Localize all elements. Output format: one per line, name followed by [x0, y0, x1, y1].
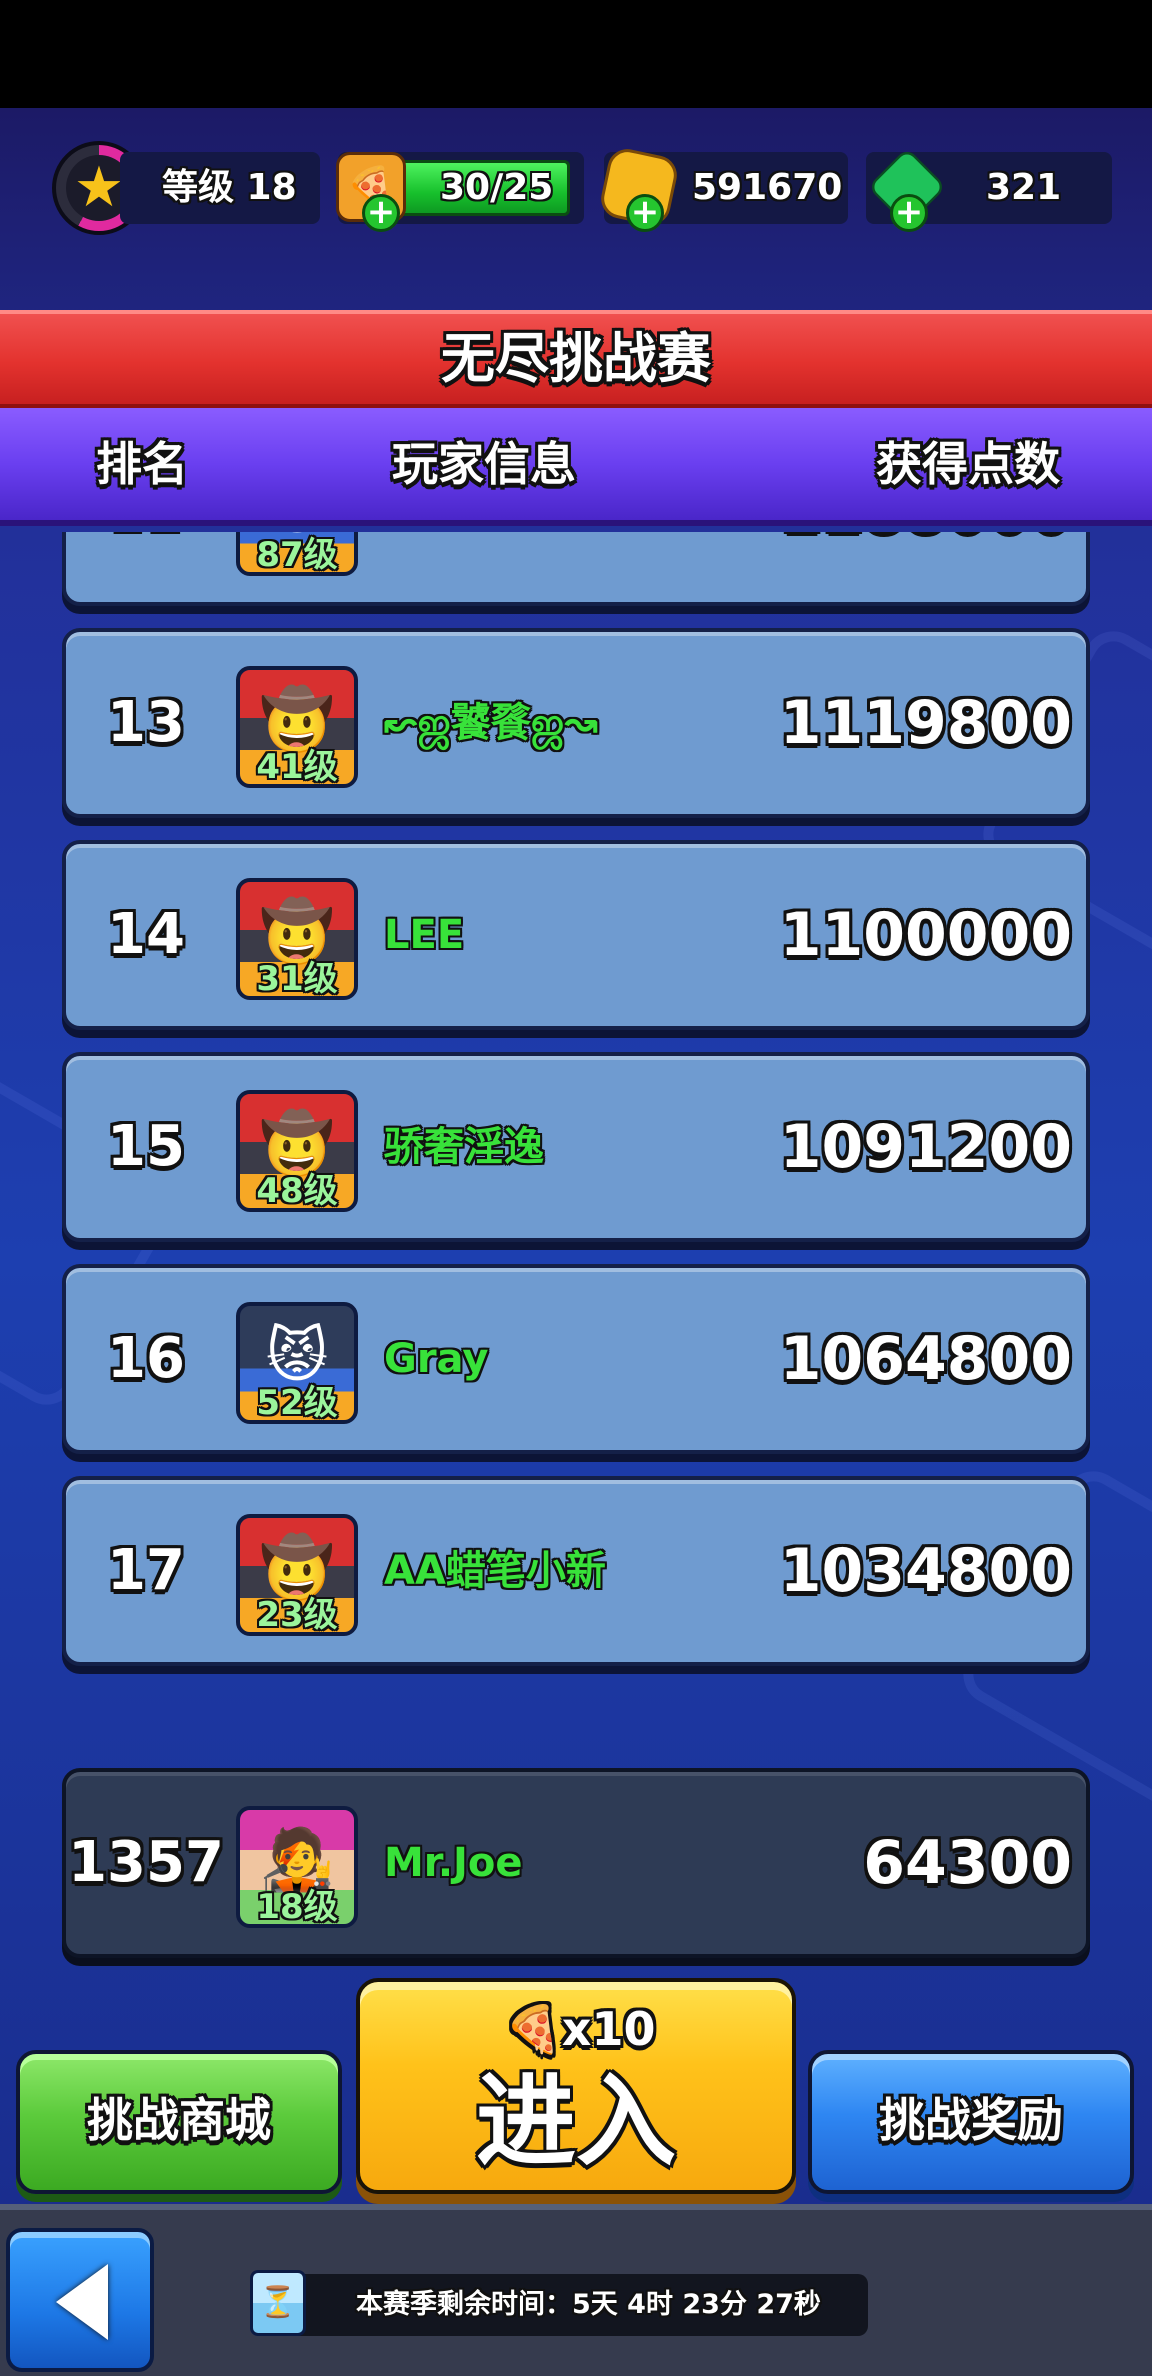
player-score: 1188000 [780, 532, 1072, 602]
score-column-header: 获得点数 [876, 437, 1060, 491]
player-score: 1100000 [779, 900, 1072, 970]
player-name: 杨俊亮 [384, 532, 504, 602]
player-level: 41级 [256, 747, 338, 787]
rank-number: 12 [66, 532, 226, 602]
player-level: 23级 [256, 1595, 338, 1635]
pizza-icon: 🍕 [504, 2002, 562, 2056]
my-avatar[interactable]: 🧑‍🎤 18级 [236, 1806, 358, 1928]
rank-column-header: 排名 [96, 437, 188, 491]
player-name: LEE [384, 912, 465, 958]
back-arrow-icon [56, 2264, 108, 2340]
rank-number: 14 [107, 902, 185, 967]
player-avatar[interactable]: 😾 87级 [236, 532, 358, 576]
leaderboard-row: 16 😾 52级 Gray 1064800 [62, 1264, 1090, 1454]
player-avatar[interactable]: 🤠 41级 [236, 666, 358, 788]
challenge-rewards-button[interactable]: 挑战奖励 [808, 2050, 1134, 2194]
leaderboard-row: 17 🤠 23级 AA蜡笔小新 1034800 [62, 1476, 1090, 1666]
add-gems-icon[interactable]: + [890, 194, 928, 232]
player-name: ↜ஜ饕餮ஜ↝ [384, 700, 598, 746]
my-rank-row: 1357 🧑‍🎤 18级 Mr.Joe 64300 [62, 1768, 1090, 1958]
player-level: 48级 [256, 1171, 338, 1211]
rank-number: 17 [107, 1538, 185, 1603]
leaderboard-list[interactable]: 12 😾 87级 杨俊亮 1188000 13 🤠 41级 ↜ஜ饕餮ஜ↝ 111… [0, 532, 1152, 1840]
enter-cost-value: x10 [561, 2002, 656, 2056]
leaderboard-row: 13 🤠 41级 ↜ஜ饕餮ஜ↝ 1119800 [62, 628, 1090, 818]
enter-button[interactable]: 🍕x10 进入 [356, 1978, 796, 2194]
rank-number: 13 [107, 690, 185, 755]
level-panel: 等级 18 [120, 152, 320, 224]
status-bar [0, 0, 1152, 108]
add-coins-icon[interactable]: + [626, 194, 664, 232]
my-level: 18级 [256, 1887, 338, 1927]
player-column-header: 玩家信息 [392, 437, 576, 491]
leaderboard-row: 15 🤠 48级 骄奢淫逸 1091200 [62, 1052, 1090, 1242]
stamina-value: 30/25 [440, 167, 554, 208]
rank-number: 15 [107, 1114, 185, 1179]
game-screen: ★ 等级 18 🍕 + 30/25 591670 + 321 + 无尽挑战赛 排… [0, 108, 1152, 2204]
gems-value: 321 [986, 167, 1062, 208]
my-score: 64300 [863, 1828, 1072, 1898]
challenge-shop-button[interactable]: 挑战商城 [16, 2050, 342, 2194]
player-score: 1119800 [779, 688, 1072, 758]
season-timer-text: 本赛季剩余时间：5天 4时 23分 27秒 [356, 2289, 821, 2320]
add-stamina-icon[interactable]: + [362, 194, 400, 232]
player-level: 87级 [256, 535, 338, 575]
player-name: Gray [384, 1336, 489, 1382]
player-score: 1091200 [779, 1112, 1072, 1182]
leaderboard-header: 排名 玩家信息 获得点数 [0, 408, 1152, 526]
leaderboard-row: 12 😾 87级 杨俊亮 1188000 [62, 532, 1090, 606]
player-name: 骄奢淫逸 [384, 1124, 544, 1170]
leaderboard-row: 14 🤠 31级 LEE 1100000 [62, 840, 1090, 1030]
level-label: 等级 18 [162, 167, 297, 208]
season-timer: ⏳ 本赛季剩余时间：5天 4时 23分 27秒 [250, 2270, 868, 2336]
rank-number: 16 [107, 1326, 185, 1391]
player-level: 31级 [256, 959, 338, 999]
player-avatar[interactable]: 🤠 48级 [236, 1090, 358, 1212]
coins-value: 591670 [692, 167, 843, 208]
player-score: 1064800 [779, 1324, 1072, 1394]
back-button[interactable] [6, 2228, 154, 2372]
player-score: 1034800 [779, 1536, 1072, 1606]
enter-cost: 🍕x10 [360, 1994, 800, 2064]
event-title: 无尽挑战赛 [0, 310, 1152, 408]
player-avatar[interactable]: 🤠 23级 [236, 1514, 358, 1636]
enter-label: 进入 [476, 2063, 676, 2180]
hourglass-icon: ⏳ [250, 2270, 306, 2336]
player-level: 52级 [256, 1383, 338, 1423]
player-avatar[interactable]: 🤠 31级 [236, 878, 358, 1000]
my-rank-number: 1357 [68, 1830, 224, 1895]
player-avatar[interactable]: 😾 52级 [236, 1302, 358, 1424]
my-name: Mr.Joe [384, 1840, 523, 1886]
bottom-bar: ⏳ 本赛季剩余时间：5天 4时 23分 27秒 [0, 2204, 1152, 2376]
player-name: AA蜡笔小新 [384, 1548, 606, 1594]
